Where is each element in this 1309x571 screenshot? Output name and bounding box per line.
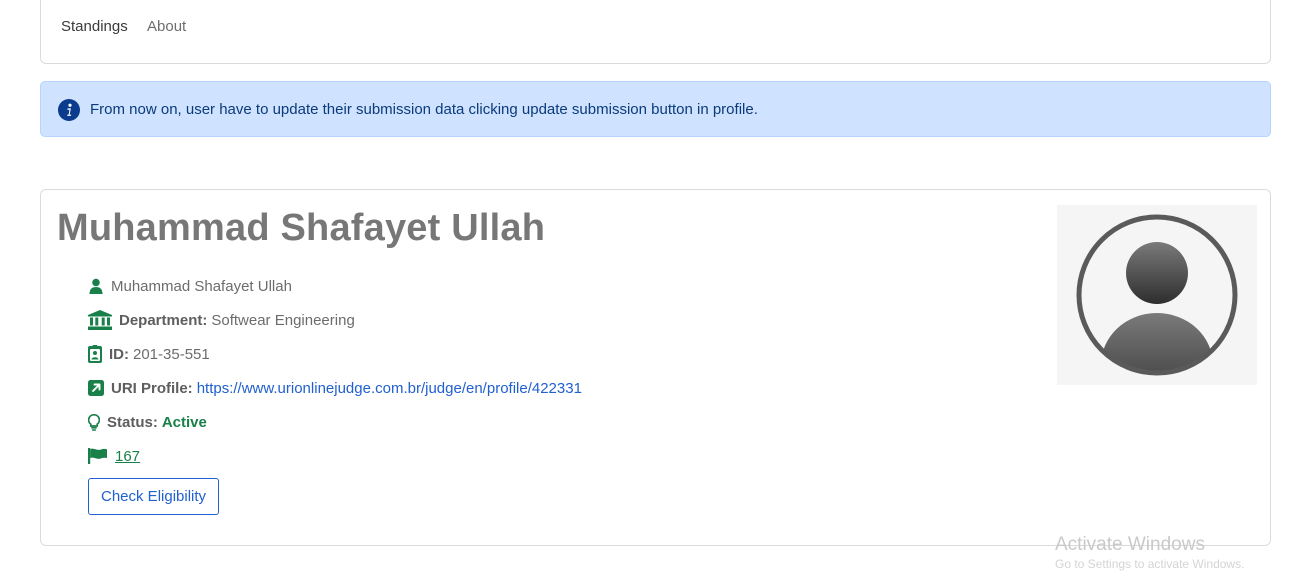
flag-icon	[88, 448, 108, 464]
info-row-id: ID: 201-35-551	[88, 343, 210, 365]
external-link-icon	[88, 380, 104, 396]
department-value: Softwear Engineering	[211, 311, 355, 329]
uri-profile-link[interactable]: https://www.urionlinejudge.com.br/judge/…	[197, 380, 582, 397]
info-row-name: Muhammad Shafayet Ullah	[88, 275, 292, 297]
lightbulb-icon	[88, 413, 100, 431]
top-navbar: Standings About	[40, 0, 1271, 64]
user-name-value: Muhammad Shafayet Ullah	[111, 277, 292, 295]
profile-title: Muhammad Shafayet Ullah	[57, 207, 546, 249]
id-value: 201-35-551	[133, 345, 210, 363]
check-eligibility-button[interactable]: Check Eligibility	[88, 478, 220, 515]
alert-message: From now on, user have to update their s…	[90, 101, 758, 118]
solved-count-link[interactable]: 167	[115, 448, 140, 465]
id-label: ID:	[109, 345, 129, 363]
info-row-count: 167	[88, 445, 140, 467]
info-icon	[58, 99, 80, 121]
user-avatar-icon	[1076, 214, 1238, 376]
info-row-uri: URI Profile: https://www.urionlinejudge.…	[88, 377, 582, 399]
nav-about-link[interactable]: About	[147, 18, 186, 35]
activate-windows-subtitle: Go to Settings to activate Windows.	[1055, 557, 1245, 571]
id-badge-icon	[88, 345, 102, 363]
info-alert: From now on, user have to update their s…	[40, 81, 1271, 137]
department-label: Department:	[119, 311, 208, 329]
nav-standings-link[interactable]: Standings	[61, 18, 128, 35]
user-icon	[88, 278, 104, 294]
activate-windows-watermark: Activate Windows	[1055, 534, 1205, 555]
info-row-department: Department: Softwear Engineering	[88, 309, 355, 331]
info-row-status: Status: Active	[88, 411, 207, 433]
profile-card: Muhammad Shafayet Ullah Muhammad Shafaye…	[40, 189, 1271, 546]
status-label: Status:	[107, 413, 158, 431]
avatar	[1057, 205, 1257, 385]
uri-label: URI Profile:	[111, 379, 193, 397]
status-value: Active	[161, 413, 207, 431]
bank-icon	[88, 310, 112, 330]
